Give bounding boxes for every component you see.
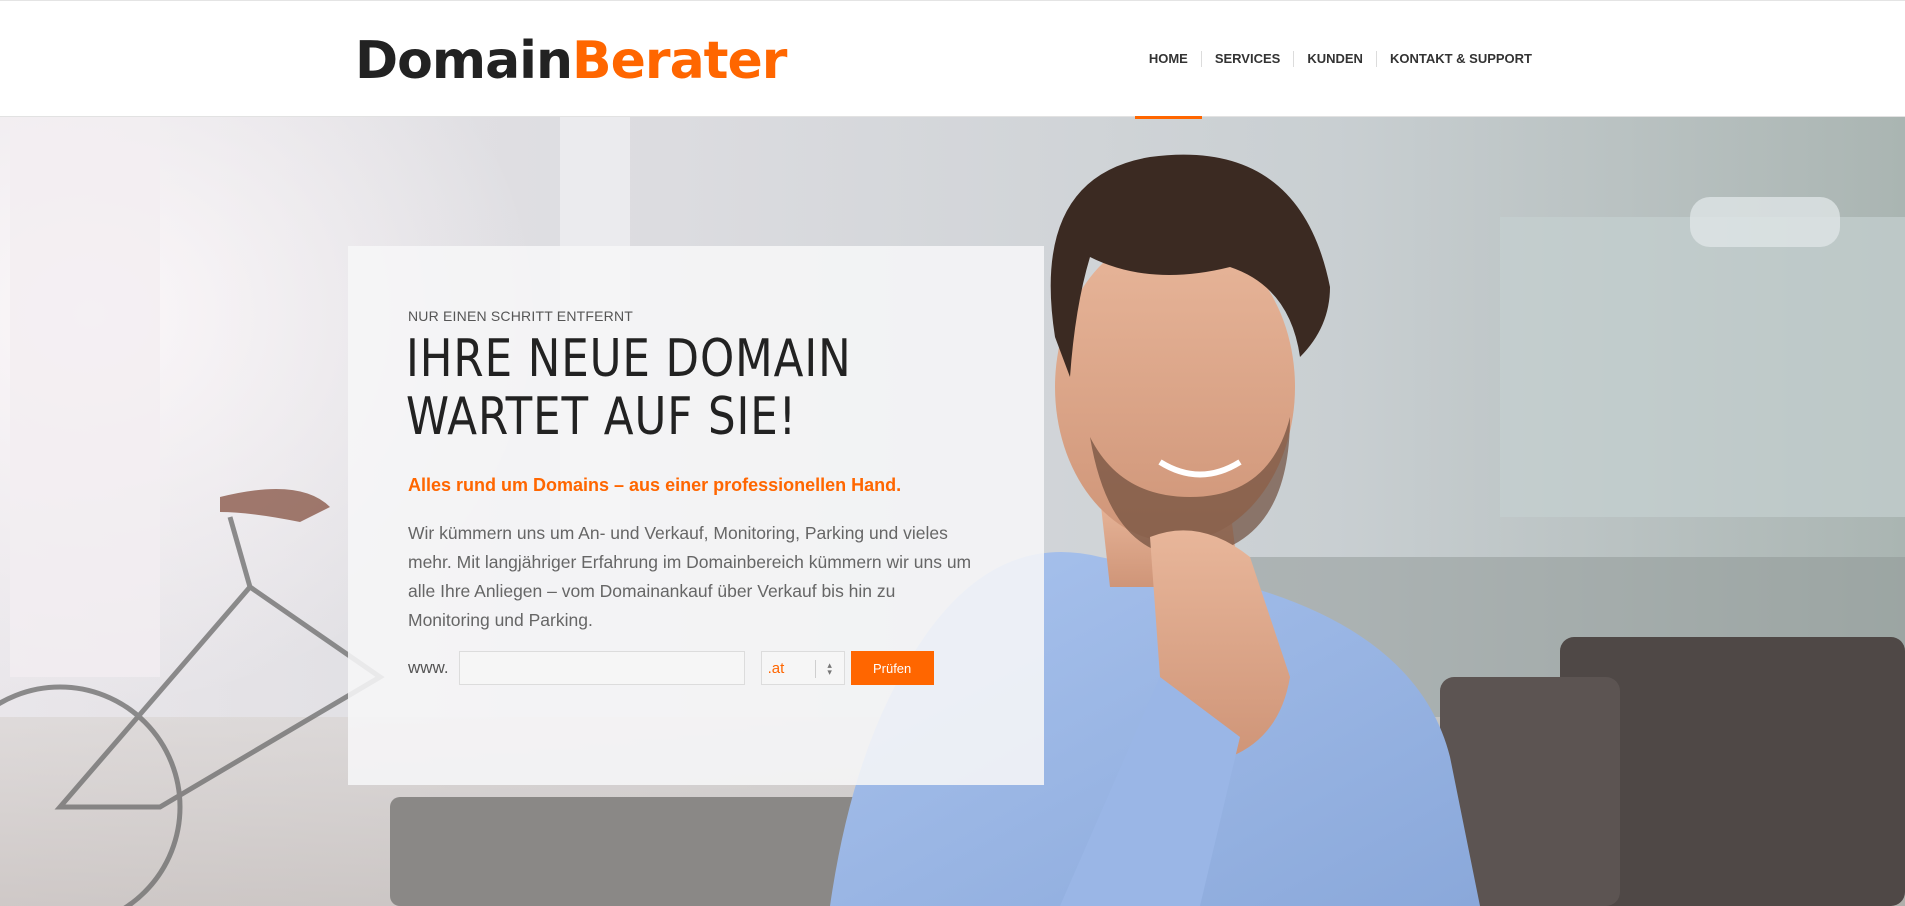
www-prefix-label: www. (408, 658, 449, 677)
tld-selected-value: .at (767, 659, 785, 677)
hero-headline-line-1: IHRE NEUE DOMAIN (406, 329, 852, 389)
main-nav: HOME SERVICES KUNDEN KONTAKT & SUPPORT (1134, 49, 1545, 119)
tld-select[interactable]: .at ▴ ▾ (760, 651, 845, 685)
domain-name-input[interactable] (458, 651, 745, 685)
hero-tagline: Alles rund um Domains – aus einer profes… (408, 475, 902, 495)
check-domain-button[interactable]: Prüfen (850, 651, 934, 685)
nav-item-home[interactable]: HOME (1134, 49, 1202, 119)
domain-search-form: www. .at ▴ ▾ Prüfen (408, 650, 934, 686)
nav-item-services[interactable]: SERVICES (1202, 49, 1294, 69)
hero-card: NUR EINEN SCHRITT ENTFERNT IHRE NEUE DOM… (348, 246, 1044, 785)
site-header: DomainBerater HOME SERVICES KUNDEN KONTA… (0, 0, 1905, 119)
hero-description: Wir kümmern uns um An- und Verkauf, Moni… (408, 523, 972, 630)
select-arrows-icon: ▴ ▾ (814, 660, 844, 678)
hero-kicker: NUR EINEN SCHRITT ENTFERNT (408, 308, 634, 324)
hero-headline-line-2: WARTET AUF SIE! (406, 387, 798, 447)
brand-logo[interactable]: DomainBerater (355, 29, 787, 93)
logo-text-domain: Domain (355, 31, 573, 91)
nav-item-kontakt-support[interactable]: KONTAKT & SUPPORT (1377, 49, 1545, 69)
logo-text-berater: Berater (572, 31, 787, 91)
nav-item-kunden[interactable]: KUNDEN (1294, 49, 1376, 69)
hero-headline: IHRE NEUE DOMAIN WARTET AUF SIE! (406, 330, 964, 446)
